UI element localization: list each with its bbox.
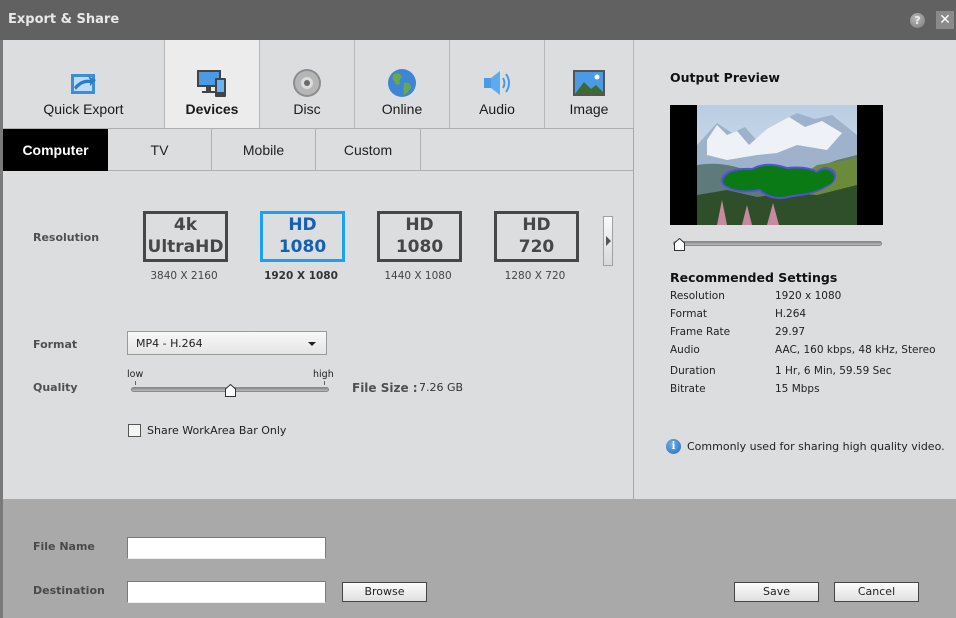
resolution-label: Resolution — [33, 231, 100, 244]
resolution-line1: HD — [288, 215, 317, 235]
resolution-option-4k[interactable]: 4k UltraHD — [143, 211, 228, 262]
file-name-label: File Name — [33, 540, 95, 553]
recommended-key: Audio — [670, 344, 700, 356]
quality-slider-thumb[interactable] — [225, 384, 236, 397]
recommended-key: Bitrate — [670, 383, 706, 395]
browse-button[interactable]: Browse — [342, 582, 427, 602]
recommended-key: Frame Rate — [670, 326, 731, 338]
image-icon — [573, 70, 605, 96]
info-icon: i — [666, 439, 681, 454]
resolution-dims: 3840 X 2160 — [150, 270, 218, 282]
quality-high-label: high — [313, 369, 334, 380]
recommended-key: Resolution — [670, 290, 725, 302]
resolution-scroll-right-button[interactable] — [603, 216, 613, 266]
format-dropdown[interactable]: MP4 - H.264 — [127, 331, 327, 355]
resolution-line1: 4k — [173, 215, 198, 235]
preview-scrub-track[interactable] — [673, 241, 882, 246]
file-name-input[interactable] — [128, 540, 325, 560]
quick-export-icon — [70, 74, 96, 94]
file-size-label: File Size : — [352, 381, 418, 395]
chevron-down-icon — [308, 342, 316, 346]
sub-tab-custom[interactable]: Custom — [316, 129, 421, 171]
tab-label: Audio — [479, 101, 515, 117]
sub-tab-tv[interactable]: TV — [108, 129, 212, 171]
quality-tick-low — [135, 381, 136, 385]
disc-icon — [293, 69, 321, 97]
category-tabs: Quick Export Devices Disc Online Audio I… — [3, 40, 634, 128]
tab-disc[interactable]: Disc — [260, 40, 355, 128]
output-preview-frame — [670, 105, 883, 225]
tab-label: Disc — [293, 101, 321, 117]
title-bar: Export & Share ? ✕ — [0, 0, 956, 40]
file-name-field[interactable] — [127, 537, 326, 560]
output-preview-title: Output Preview — [670, 70, 780, 85]
window-title: Export & Share — [8, 12, 120, 27]
format-label: Format — [33, 338, 78, 351]
tab-devices[interactable]: Devices — [165, 40, 260, 128]
save-button[interactable]: Save — [734, 582, 819, 602]
recommended-value: 29.97 — [775, 326, 806, 338]
destination-field[interactable] — [127, 581, 326, 604]
tab-label: Image — [569, 101, 609, 117]
format-value: MP4 - H.264 — [136, 337, 203, 350]
resolution-dims: 1280 X 720 — [504, 270, 566, 282]
resolution-line1: HD — [522, 215, 551, 235]
resolution-line2: UltraHD — [147, 237, 224, 257]
speaker-icon — [484, 71, 510, 95]
destination-input[interactable] — [128, 584, 325, 604]
share-workarea-label[interactable]: Share WorkArea Bar Only — [147, 424, 286, 437]
sub-tab-mobile[interactable]: Mobile — [212, 129, 316, 171]
tab-audio[interactable]: Audio — [450, 40, 545, 128]
quality-tick-high — [324, 381, 325, 385]
resolution-line2: 1080 — [278, 237, 327, 257]
file-size-value: 7.26 GB — [419, 381, 464, 394]
resolution-line2: 720 — [518, 237, 555, 257]
tab-label: Online — [381, 101, 423, 117]
sub-tab-computer[interactable]: Computer — [3, 129, 108, 171]
preview-scrub-thumb[interactable] — [674, 238, 685, 251]
tab-label: Devices — [185, 101, 239, 117]
recommended-value: H.264 — [775, 308, 807, 320]
device-sub-tabs: Computer TV Mobile Custom — [3, 128, 633, 171]
resolution-line2: 1080 — [395, 237, 444, 257]
tab-label: Quick Export — [43, 101, 124, 117]
tab-online[interactable]: Online — [355, 40, 450, 128]
recommended-value: 1 Hr, 6 Min, 59.59 Sec — [775, 365, 892, 377]
recommended-value: AAC, 160 kbps, 48 kHz, Stereo — [775, 344, 936, 356]
recommended-value: 1920 x 1080 — [775, 290, 842, 302]
quality-low-label: low — [127, 369, 144, 380]
devices-icon — [197, 70, 226, 97]
resolution-option-hd1080-1440[interactable]: HD 1080 — [377, 211, 462, 262]
chevron-right-icon — [606, 236, 611, 246]
cancel-button[interactable]: Cancel — [834, 582, 919, 602]
tab-image[interactable]: Image — [545, 40, 634, 128]
close-icon[interactable]: ✕ — [936, 11, 954, 29]
destination-label: Destination — [33, 584, 105, 597]
help-icon[interactable]: ? — [910, 13, 925, 28]
recommended-key: Duration — [670, 365, 716, 377]
recommended-key: Format — [670, 308, 708, 320]
share-workarea-checkbox[interactable] — [128, 424, 141, 437]
preview-image — [697, 105, 857, 225]
globe-icon — [388, 69, 416, 97]
resolution-line1: HD — [405, 215, 434, 235]
resolution-dims: 1440 X 1080 — [384, 270, 452, 282]
resolution-option-hd720[interactable]: HD 720 — [494, 211, 579, 262]
info-text: Commonly used for sharing high quality v… — [687, 440, 945, 453]
resolution-option-hd1080-1920[interactable]: HD 1080 — [260, 211, 345, 262]
resolution-dims: 1920 X 1080 — [264, 270, 338, 282]
tab-quick-export[interactable]: Quick Export — [3, 40, 165, 128]
recommended-value: 15 Mbps — [775, 383, 820, 395]
recommended-settings-title: Recommended Settings — [670, 270, 838, 285]
quality-label: Quality — [33, 381, 78, 394]
